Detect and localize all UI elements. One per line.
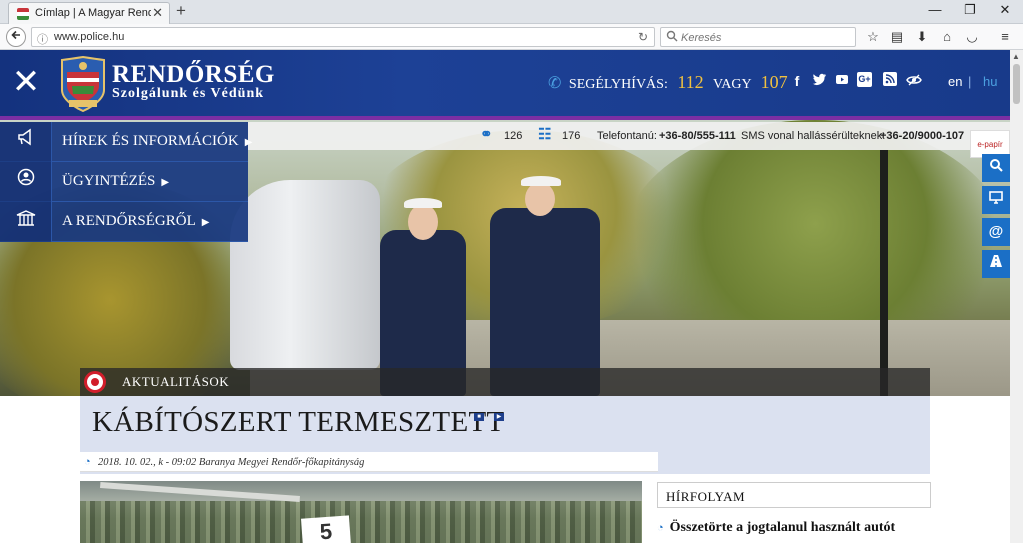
category-label[interactable]: AKTUALITÁSOK: [122, 374, 229, 390]
user-icon: [0, 162, 52, 202]
window-close-button[interactable]: ✕: [990, 2, 1020, 18]
minimize-button[interactable]: —: [920, 2, 950, 17]
sidenav-item-services[interactable]: ÜGYINTÉZÉS ▶: [0, 162, 248, 202]
address-bar[interactable]: ⓘ www.police.hu ↻: [31, 27, 655, 47]
search-icon: [666, 30, 678, 45]
star-icon[interactable]: ☆: [864, 29, 882, 45]
side-email-button[interactable]: @: [982, 218, 1010, 246]
category-bar: AKTUALITÁSOK: [80, 368, 930, 396]
scrollbar-thumb[interactable]: [1013, 64, 1020, 104]
menu-icon[interactable]: ≡: [996, 29, 1014, 45]
sidenav-label: A RENDŐRSÉGRŐL ▶: [62, 213, 210, 229]
accessibility-eye-icon[interactable]: [905, 72, 923, 90]
brand-title: RENDŐRSÉG: [112, 61, 275, 88]
googleplus-icon[interactable]: G+: [857, 72, 872, 87]
sidenav-item-about[interactable]: A RENDŐRSÉGRŐL ▶: [0, 202, 248, 242]
side-navigation: HÍREK ÉS INFORMÁCIÓK ▶ ÜGYINTÉZÉS ▶ A REND…: [0, 122, 252, 242]
url-text: www.police.hu: [54, 31, 125, 43]
article-date-source: 2018. 10. 02., k - 09:02 Baranya Megyei …: [98, 457, 365, 468]
site-info-icon[interactable]: ⓘ: [37, 31, 48, 47]
reload-icon[interactable]: ↻: [638, 30, 648, 44]
article-title: KÁBÍTÓSZERT TERMESZTETT: [92, 406, 505, 438]
sidenav-label: ÜGYINTÉZÉS ▶: [62, 173, 170, 189]
phone-icon: ✆: [548, 75, 562, 92]
search-icon: [990, 159, 1003, 172]
lang-hu-link[interactable]: hu: [983, 74, 997, 89]
megaphone-icon: [0, 122, 52, 162]
feed-item-title: Összetörte a jogtalanul használt autót: [669, 520, 896, 535]
sidenav-label: HÍREK ÉS INFORMÁCIÓK ▶: [62, 133, 253, 149]
side-road-button[interactable]: [982, 250, 1010, 278]
handcuffs-icon: ⚭: [480, 126, 493, 143]
browser-nav-bar: ⓘ www.police.hu ↻ ☆ ▤ ⬇ ⌂ ◡ ≡: [0, 24, 1023, 50]
lang-en-link[interactable]: en: [948, 74, 962, 89]
building-icon: [0, 202, 52, 242]
restore-button[interactable]: ❐: [955, 2, 985, 18]
feed-item[interactable]: ◔ Összetörte a jogtalanul használt autót: [657, 520, 937, 536]
sidenav-item-news[interactable]: HÍREK ÉS INFORMÁCIÓK ▶: [0, 122, 252, 162]
feed-heading-label: HÍRFOLYAM: [666, 489, 746, 504]
browser-tab-bar: Címlap | A Magyar Rendőr... ✕ + — ❐ ✕: [0, 0, 1023, 24]
web-page: ✕ RENDŐRSÉG Szolgálunk és Védünk ✆ SEGÉL…: [0, 50, 1010, 543]
close-menu-button[interactable]: ✕: [0, 50, 52, 116]
brand[interactable]: RENDŐRSÉG Szolgálunk és Védünk: [112, 62, 275, 102]
emergency-numbers: ✆ SEGÉLYHÍVÁS: 112 VAGY 107: [548, 72, 794, 93]
back-button[interactable]: [6, 27, 26, 47]
browser-search-box[interactable]: [660, 27, 856, 47]
image-gallery-icon[interactable]: ■: [474, 413, 484, 421]
evidence-number-card: 5: [301, 515, 351, 543]
browser-tab[interactable]: Címlap | A Magyar Rendőr... ✕: [8, 2, 170, 24]
phone-witness-number[interactable]: +36-80/555-111: [659, 130, 736, 142]
article-photo[interactable]: 5: [80, 481, 642, 543]
police-car-image: [230, 180, 380, 370]
lang-separator: |: [968, 74, 972, 89]
people-icon: ☷: [538, 126, 552, 143]
side-search-button[interactable]: [982, 154, 1010, 182]
sms-line-label: SMS vonal hallássérülteknek:: [741, 130, 886, 142]
emergency-number-112[interactable]: 112: [677, 72, 703, 92]
reading-list-icon[interactable]: ▤: [888, 29, 906, 45]
back-arrow-icon: [11, 30, 20, 40]
clock-icon: ◔: [84, 456, 91, 468]
at-icon: @: [988, 223, 1004, 240]
tab-close-button[interactable]: ✕: [152, 5, 163, 21]
download-icon[interactable]: ⬇: [913, 29, 931, 45]
video-icon[interactable]: ▶: [494, 413, 504, 421]
scroll-up-icon[interactable]: ▲: [1012, 52, 1020, 61]
page-scrollbar[interactable]: ▲: [1010, 50, 1023, 543]
police-logo-icon[interactable]: [60, 56, 106, 112]
pocket-icon[interactable]: ◡: [963, 29, 981, 45]
twitter-icon[interactable]: [810, 72, 828, 90]
road-icon: [990, 255, 1002, 267]
emergency-or: VAGY: [712, 77, 752, 92]
side-monitor-button[interactable]: [982, 186, 1010, 214]
target-icon: [84, 371, 106, 393]
clock-icon: ◔: [657, 522, 664, 534]
news-feed-heading: HÍRFOLYAM: [657, 482, 931, 508]
browser-search-input[interactable]: [681, 30, 851, 45]
brand-subtitle: Szolgálunk és Védünk: [112, 86, 265, 101]
count-handcuffs: 126: [504, 130, 523, 142]
emergency-label: SEGÉLYHÍVÁS:: [568, 77, 668, 92]
tab-title: Címlap | A Magyar Rendőr...: [35, 7, 151, 19]
rss-icon[interactable]: [881, 72, 899, 90]
sms-line-number[interactable]: +36-20/9000-107: [880, 130, 964, 142]
new-tab-button[interactable]: +: [176, 1, 186, 21]
monitor-icon: [989, 191, 1003, 204]
youtube-icon[interactable]: [833, 72, 851, 90]
phone-witness-label: Telefontanú:: [597, 130, 657, 142]
favicon-icon: [17, 8, 29, 20]
article-meta: ◔ 2018. 10. 02., k - 09:02 Baranya Megye…: [80, 452, 658, 472]
home-icon[interactable]: ⌂: [938, 29, 956, 45]
site-header: ✕ RENDŐRSÉG Szolgálunk és Védünk ✆ SEGÉL…: [0, 50, 1010, 120]
info-strip: ⚭ 126 ☷ 176 Telefontanú: +36-80/555-111 …: [248, 122, 1010, 158]
facebook-icon[interactable]: f: [788, 72, 806, 90]
emergency-number-107[interactable]: 107: [761, 72, 788, 92]
count-people: 176: [562, 130, 581, 142]
